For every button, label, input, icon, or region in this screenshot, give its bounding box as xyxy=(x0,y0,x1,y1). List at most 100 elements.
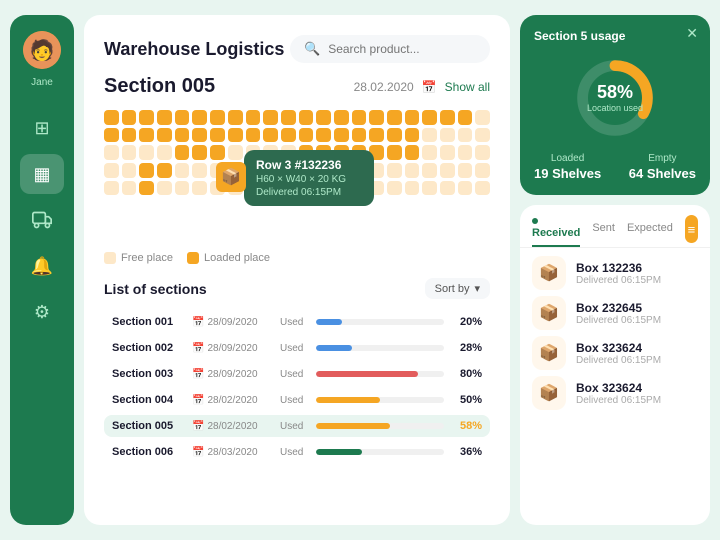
box-tooltip-icon: 📦 xyxy=(216,162,246,192)
usage-card-title: Section 5 usage xyxy=(534,29,696,43)
tab-received-label: Received xyxy=(532,227,580,239)
grid-cell xyxy=(192,145,207,160)
grid-cell xyxy=(440,163,455,178)
progress-bar xyxy=(316,449,444,455)
chevron-down-icon: ▾ xyxy=(474,282,480,295)
tab-sent[interactable]: Sent xyxy=(592,222,615,240)
section-list-row[interactable]: Section 003 📅28/09/2020 Used 80% xyxy=(104,363,490,385)
grid-cell xyxy=(422,128,437,143)
donut-chart: 58% Location used xyxy=(534,53,696,143)
grid-cell xyxy=(175,145,190,160)
row-pct: 50% xyxy=(452,394,482,406)
grid-cell xyxy=(104,163,119,178)
row-date: 📅28/02/2020 xyxy=(192,395,272,406)
row-date: 📅28/09/2020 xyxy=(192,317,272,328)
section-list-row[interactable]: Section 004 📅28/02/2020 Used 50% xyxy=(104,389,490,411)
usage-label: Location used xyxy=(587,103,643,113)
box-delivered: Delivered 06:15PM xyxy=(576,275,661,286)
grid-cell xyxy=(440,145,455,160)
calendar-icon: 📅 xyxy=(192,317,204,328)
show-all-link[interactable]: Show all xyxy=(445,80,490,94)
section-date: 28.02.2020 xyxy=(354,80,414,94)
sidebar-item-settings[interactable]: ⚙ xyxy=(20,292,64,332)
section-list-row[interactable]: Section 002 📅28/09/2020 Used 28% xyxy=(104,337,490,359)
legend-loaded-label: Loaded place xyxy=(204,252,270,264)
progress-fill xyxy=(316,397,380,403)
row-name: Section 002 xyxy=(112,342,184,354)
box-info: Box 323624 Delivered 06:15PM xyxy=(576,381,661,406)
progress-fill xyxy=(316,371,418,377)
sidebar-item-delivery[interactable] xyxy=(20,200,64,240)
legend-free-label: Free place xyxy=(121,252,173,264)
grid-cell xyxy=(475,181,490,196)
sidebar-item-dashboard[interactable]: ⊞ xyxy=(20,108,64,148)
grid-cell xyxy=(422,145,437,160)
box-item[interactable]: 📦 Box 232645 Delivered 06:15PM xyxy=(532,296,698,330)
box-name: Box 232645 xyxy=(576,301,661,315)
grid-cell xyxy=(369,128,384,143)
grid-cell xyxy=(422,163,437,178)
section-list-row[interactable]: Section 006 📅28/03/2020 Used 36% xyxy=(104,441,490,463)
tab-received[interactable]: Received xyxy=(532,215,580,247)
filter-button[interactable]: ≡ xyxy=(685,215,698,243)
grid-cell xyxy=(104,181,119,196)
grid-cell xyxy=(299,128,314,143)
sort-label: Sort by xyxy=(435,283,470,295)
donut-center: 58% Location used xyxy=(587,83,643,113)
grid-cell xyxy=(334,110,349,125)
row-used: Used xyxy=(280,343,308,354)
grid-cell xyxy=(139,110,154,125)
grid-cell xyxy=(139,128,154,143)
header: Warehouse Logistics 🔍 xyxy=(104,35,490,63)
sidebar-item-notifications[interactable]: 🔔 xyxy=(20,246,64,286)
grid-cell xyxy=(458,163,473,178)
close-button[interactable]: ✕ xyxy=(686,25,698,42)
sort-button[interactable]: Sort by ▾ xyxy=(425,278,490,299)
grid-cell xyxy=(458,145,473,160)
box-item[interactable]: 📦 Box 323624 Delivered 06:15PM xyxy=(532,336,698,370)
box-delivered: Delivered 06:15PM xyxy=(576,355,661,366)
row-used: Used xyxy=(280,447,308,458)
row-used: Used xyxy=(280,317,308,328)
grid-cell xyxy=(281,110,296,125)
search-input[interactable] xyxy=(328,42,476,56)
received-dot xyxy=(532,218,538,224)
row-name: Section 004 xyxy=(112,394,184,406)
list-header: List of sections Sort by ▾ xyxy=(104,278,490,299)
grid-cell xyxy=(175,110,190,125)
grid-cell xyxy=(139,181,154,196)
grid-cell xyxy=(122,110,137,125)
grid-cell xyxy=(192,163,207,178)
grid-cell xyxy=(104,145,119,160)
grid-cell xyxy=(157,110,172,125)
progress-fill xyxy=(316,449,362,455)
row-date: 📅28/09/2020 xyxy=(192,343,272,354)
sidebar-item-storage[interactable]: ▦ xyxy=(20,154,64,194)
search-icon: 🔍 xyxy=(304,41,320,57)
box-tooltip: Row 3 #132236 H60 × W40 × 20 KG Delivere… xyxy=(244,150,374,206)
section-list-row[interactable]: Section 005 📅28/02/2020 Used 58% xyxy=(104,415,490,437)
loaded-stat-value: 19 Shelves xyxy=(534,166,601,181)
empty-stat-value: 64 Shelves xyxy=(629,166,696,181)
tab-expected-label: Expected xyxy=(627,222,673,234)
grid-cell xyxy=(440,110,455,125)
search-bar[interactable]: 🔍 xyxy=(290,35,490,63)
tab-expected[interactable]: Expected xyxy=(627,222,673,240)
usage-pct: 58% xyxy=(587,83,643,103)
empty-stat-label: Empty xyxy=(629,153,696,164)
grid-cell xyxy=(334,128,349,143)
avatar: 🧑 xyxy=(23,31,61,69)
row-pct: 58% xyxy=(452,420,482,432)
grid-cell xyxy=(458,110,473,125)
grid-cell xyxy=(263,128,278,143)
section-list-row[interactable]: Section 001 📅28/09/2020 Used 20% xyxy=(104,311,490,333)
grid-cell xyxy=(475,145,490,160)
section-name: Section 005 xyxy=(104,75,215,98)
calendar-icon: 📅 xyxy=(192,343,204,354)
box-item[interactable]: 📦 Box 323624 Delivered 06:15PM xyxy=(532,376,698,410)
grid-cell xyxy=(281,128,296,143)
sidebar: 🧑 Jane ⊞ ▦ 🔔 ⚙ xyxy=(10,15,74,525)
grid-cell xyxy=(192,110,207,125)
box-item[interactable]: 📦 Box 132236 Delivered 06:15PM xyxy=(532,256,698,290)
grid-cell xyxy=(263,110,278,125)
